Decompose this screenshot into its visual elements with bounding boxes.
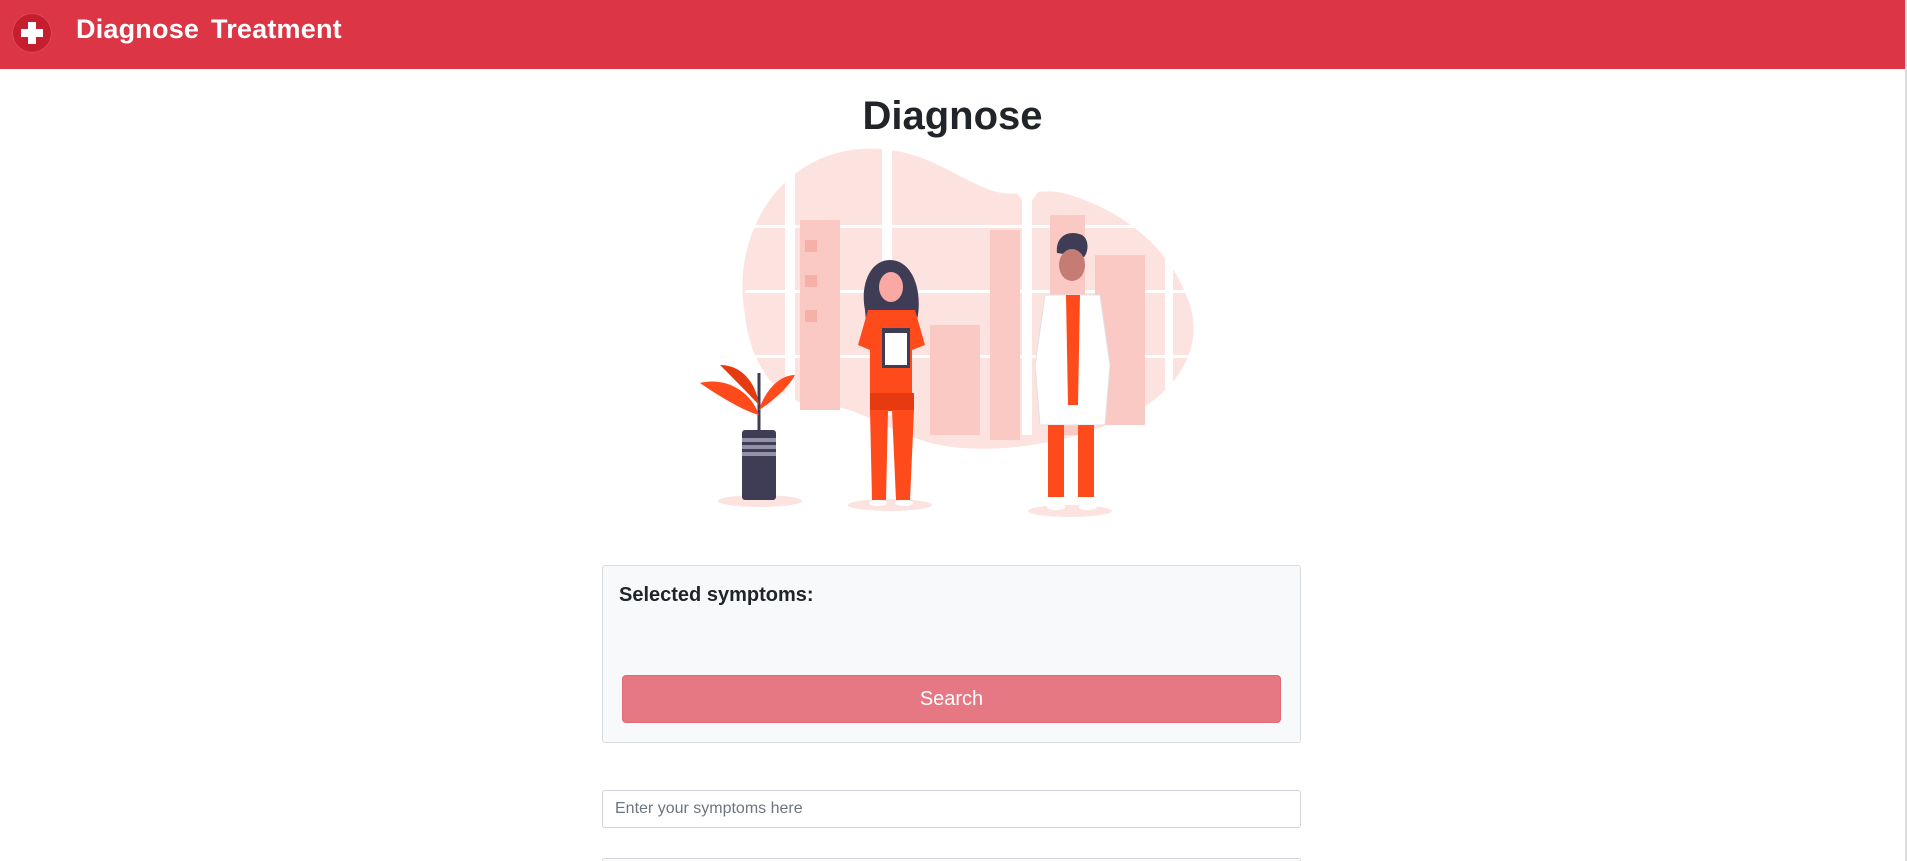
medical-cross-icon[interactable] (12, 13, 52, 53)
page: Diagnose Treatment Diagnose Selected sym… (0, 0, 1907, 861)
selected-symptoms-card: Selected symptoms: Search (602, 565, 1301, 743)
nav-treatment-link[interactable]: Treatment (211, 14, 342, 45)
search-button[interactable]: Search (622, 675, 1281, 723)
selected-symptoms-label: Selected symptoms: (619, 584, 814, 606)
doctors-illustration (700, 145, 1194, 517)
navbar: Diagnose Treatment (0, 0, 1905, 69)
nav-diagnose-link[interactable]: Diagnose (76, 14, 199, 45)
symptom-input[interactable] (602, 790, 1301, 828)
page-title: Diagnose (862, 94, 1043, 138)
